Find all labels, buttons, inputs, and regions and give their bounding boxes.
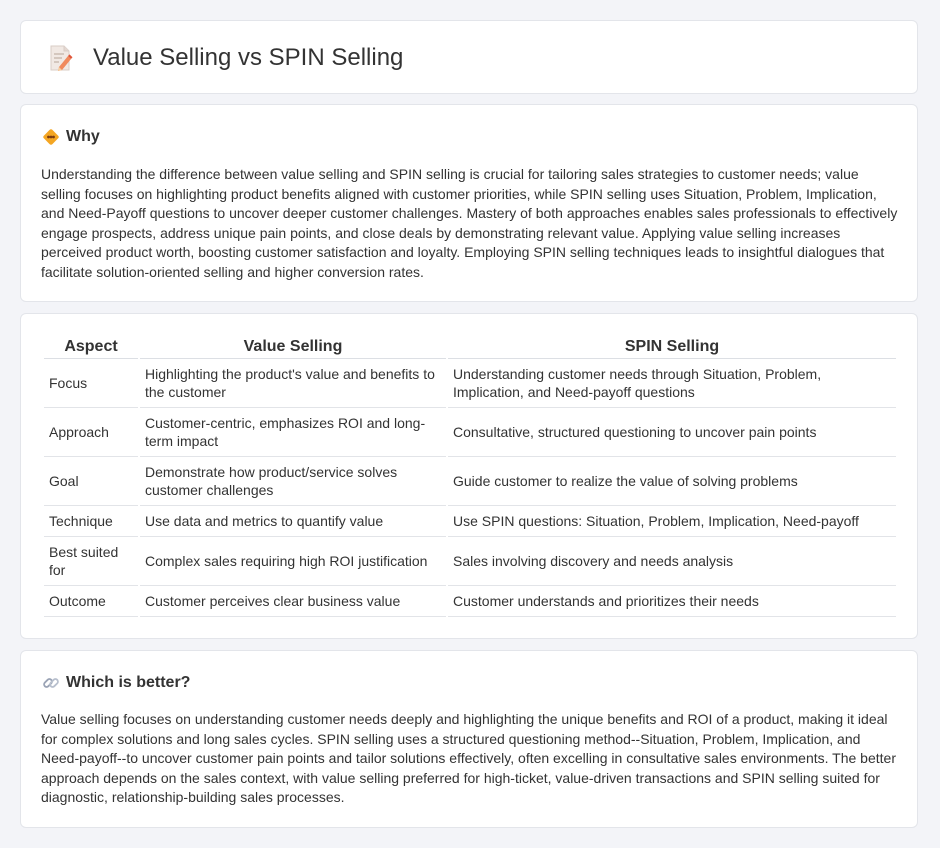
value-selling-cell: Complex sales requiring high ROI justifi…: [140, 537, 446, 586]
table-row: Best suited for Complex sales requiring …: [44, 537, 896, 586]
spin-selling-cell: Consultative, structured questioning to …: [448, 408, 896, 457]
better-title: Which is better?: [66, 674, 191, 691]
title-card: Value Selling vs SPIN Selling: [20, 20, 918, 94]
better-section: Which is better? Value selling focuses o…: [20, 650, 918, 828]
why-text: Understanding the difference between val…: [41, 166, 898, 280]
aspect-cell: Approach: [44, 408, 138, 457]
table-row: Focus Highlighting the product's value a…: [44, 359, 896, 408]
diamond-sign-icon: [43, 129, 59, 145]
table-row: Approach Customer-centric, emphasizes RO…: [44, 408, 896, 457]
header-spin-selling: SPIN Selling: [448, 334, 896, 359]
value-selling-cell: Customer-centric, emphasizes ROI and lon…: [140, 408, 446, 457]
value-selling-cell: Use data and metrics to quantify value: [140, 506, 446, 537]
why-section: Why Understanding the difference between…: [20, 104, 918, 302]
comparison-section: Aspect Value Selling SPIN Selling Focus …: [20, 313, 918, 639]
spin-selling-cell: Understanding customer needs through Sit…: [448, 359, 896, 408]
table-header-row: Aspect Value Selling SPIN Selling: [44, 334, 896, 359]
document-pencil-icon: [50, 45, 73, 71]
aspect-cell: Outcome: [44, 586, 138, 617]
spin-selling-cell: Use SPIN questions: Situation, Problem, …: [448, 506, 896, 537]
value-selling-cell: Highlighting the product's value and ben…: [140, 359, 446, 408]
aspect-cell: Technique: [44, 506, 138, 537]
value-selling-cell: Customer perceives clear business value: [140, 586, 446, 617]
table-row: Outcome Customer perceives clear busines…: [44, 586, 896, 617]
page-title: Value Selling vs SPIN Selling: [93, 44, 404, 71]
table-row: Technique Use data and metrics to quanti…: [44, 506, 896, 537]
title-row: Value Selling vs SPIN Selling: [45, 43, 403, 73]
link-icon: [43, 678, 59, 688]
aspect-cell: Goal: [44, 457, 138, 506]
value-selling-cell: Demonstrate how product/service solves c…: [140, 457, 446, 506]
aspect-cell: Focus: [44, 359, 138, 408]
table-row: Goal Demonstrate how product/service sol…: [44, 457, 896, 506]
header-value-selling: Value Selling: [140, 334, 446, 359]
comparison-table: Aspect Value Selling SPIN Selling Focus …: [42, 334, 898, 617]
aspect-cell: Best suited for: [44, 537, 138, 586]
spin-selling-cell: Guide customer to realize the value of s…: [448, 457, 896, 506]
why-title: Why: [66, 128, 100, 145]
spin-selling-cell: Sales involving discovery and needs anal…: [448, 537, 896, 586]
why-header: Why: [42, 128, 100, 146]
spin-selling-cell: Customer understands and prioritizes the…: [448, 586, 896, 617]
better-text: Value selling focuses on understanding c…: [41, 711, 896, 805]
header-aspect: Aspect: [44, 334, 138, 359]
better-header: Which is better?: [42, 674, 190, 692]
